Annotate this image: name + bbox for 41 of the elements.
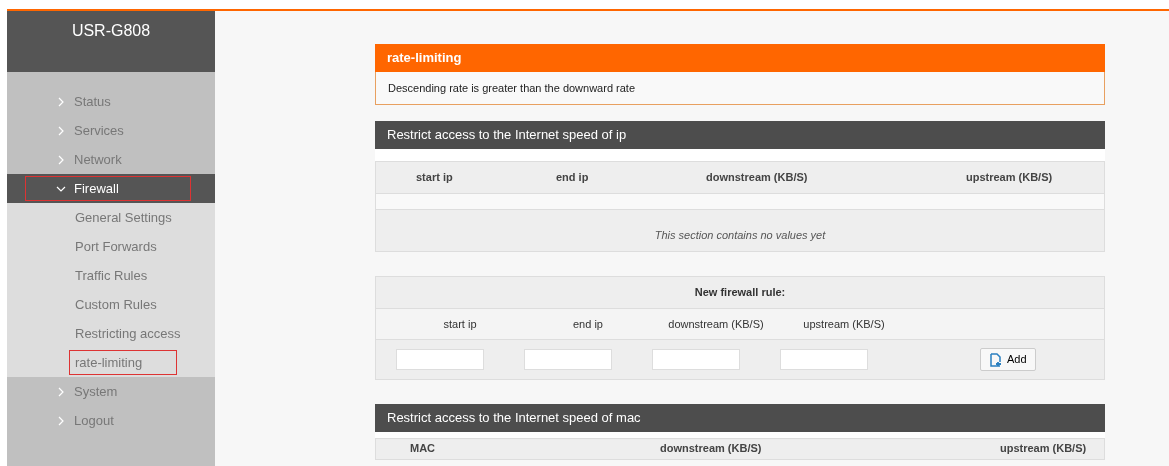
field-label: upstream (KB/S)	[802, 316, 886, 332]
chevron-right-icon	[56, 415, 66, 426]
alert-message: Descending rate is greater than the downward rate	[375, 71, 1105, 105]
section-title: Restrict access to the Internet speed of mac	[375, 404, 1105, 432]
menu-item[interactable]: System	[25, 378, 191, 405]
column-header: MAC	[410, 441, 437, 457]
input-field[interactable]	[652, 349, 740, 370]
submenu-item[interactable]: Restricting access	[69, 320, 190, 347]
add-button[interactable]: Add	[980, 348, 1036, 371]
column-header: start ip	[416, 169, 454, 185]
column-header: end ip	[556, 169, 590, 185]
alert-title: rate-limiting	[375, 44, 1105, 72]
column-header: downstream (KB/S)	[660, 441, 763, 457]
empty-message: This section contains no values yet	[653, 227, 827, 243]
input-field[interactable]	[396, 349, 484, 370]
submenu-item[interactable]: General Settings	[69, 204, 181, 231]
chevron-right-icon	[56, 125, 66, 136]
field-label: downstream (KB/S)	[667, 316, 765, 332]
chevron-right-icon	[56, 154, 66, 165]
submenu-item[interactable]: Traffic Rules	[69, 262, 177, 289]
chevron-right-icon	[56, 386, 66, 397]
input-field[interactable]	[780, 349, 868, 370]
column-header: upstream (KB/S)	[1000, 441, 1088, 457]
submenu-item[interactable]: Custom Rules	[69, 291, 177, 318]
menu-item[interactable]: Network	[25, 146, 191, 173]
column-header: downstream (KB/S)	[706, 169, 809, 185]
section-title: Restrict access to the Internet speed of ip	[375, 121, 1105, 149]
menu-item[interactable]: Services	[25, 117, 191, 144]
column-header: upstream (KB/S)	[966, 169, 1054, 185]
field-label: start ip	[442, 316, 478, 332]
submenu-item[interactable]: Port Forwards	[69, 233, 177, 260]
menu-item[interactable]: Logout	[25, 407, 191, 434]
add-document-icon	[989, 352, 1003, 367]
new-rule-title: New firewall rule:	[693, 285, 787, 300]
brand-title: USR-G808	[71, 21, 151, 41]
submenu-item[interactable]: rate-limiting	[69, 349, 177, 376]
input-field[interactable]	[524, 349, 612, 370]
menu-item[interactable]: Firewall	[25, 175, 191, 202]
menu-item[interactable]: Status	[25, 88, 191, 115]
field-label: end ip	[572, 316, 604, 332]
chevron-right-icon	[56, 96, 66, 107]
